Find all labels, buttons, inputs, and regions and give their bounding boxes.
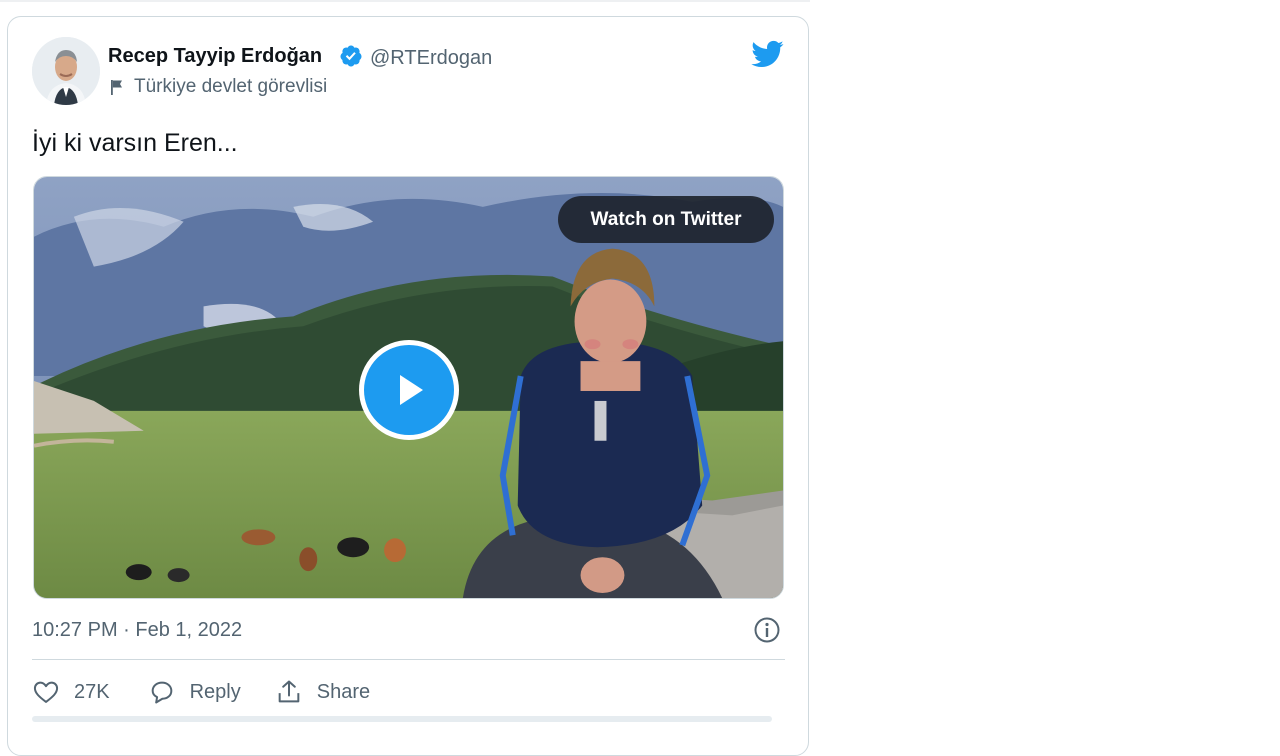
- heart-icon: [33, 681, 59, 703]
- share-upload-icon: [278, 680, 300, 703]
- tweet-card[interactable]: Recep Tayyip Erdoğan @RTErdogan Türkiye …: [7, 16, 809, 756]
- author-handle[interactable]: @RTErdogan: [370, 47, 492, 70]
- info-icon[interactable]: [753, 616, 781, 644]
- tweet-actions: 27K Reply Share: [32, 677, 370, 707]
- share-label: Share: [316, 680, 371, 703]
- reply-button[interactable]: Reply: [148, 678, 241, 706]
- bottom-edge-bar: [32, 716, 772, 722]
- reply-label: Reply: [189, 680, 241, 703]
- like-button[interactable]: 27K: [32, 678, 110, 706]
- verified-badge-icon: [340, 45, 362, 67]
- play-icon: [400, 375, 423, 405]
- affiliation-label: Türkiye devlet görevlisi: [108, 76, 327, 98]
- like-count: 27K: [74, 680, 110, 703]
- tweet-text: İyi ki varsın Eren...: [32, 129, 238, 157]
- play-button[interactable]: [359, 340, 459, 440]
- tweet-timestamp[interactable]: 10:27 PM · Feb 1, 2022: [32, 619, 242, 642]
- flag-icon: [111, 80, 122, 95]
- top-divider: [0, 0, 810, 2]
- author-name[interactable]: Recep Tayyip Erdoğan: [108, 45, 322, 68]
- share-button[interactable]: Share: [275, 678, 370, 706]
- affiliation-text: Türkiye devlet görevlisi: [134, 76, 328, 97]
- watch-on-twitter-button[interactable]: Watch on Twitter: [558, 196, 774, 243]
- avatar[interactable]: [32, 37, 100, 105]
- twitter-bird-icon[interactable]: [748, 37, 786, 71]
- speech-bubble-icon: [151, 681, 172, 704]
- video-player[interactable]: Watch on Twitter: [33, 176, 784, 599]
- actions-divider: [32, 659, 785, 660]
